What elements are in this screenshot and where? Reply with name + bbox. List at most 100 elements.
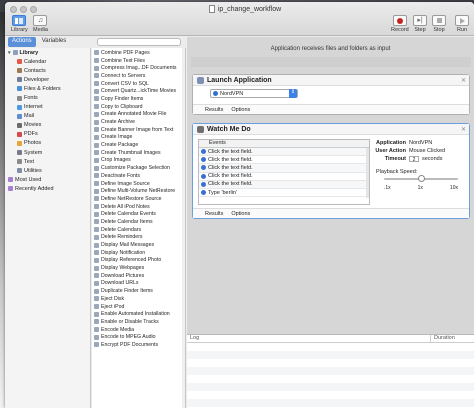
list-item[interactable]: Customize Package Selection [92, 164, 185, 172]
close-action-icon[interactable]: ✕ [461, 77, 466, 84]
action-label: Display Webpages [101, 265, 145, 272]
duration-column-header[interactable]: Duration [431, 335, 455, 342]
record-label: Record [391, 27, 409, 33]
watch-me-do-action[interactable]: Watch Me Do ✕ Events Click the text fiel… [192, 123, 470, 219]
user-action-value: Mouse Clicked [409, 148, 446, 154]
list-item[interactable]: Enable Automated Installation [92, 310, 185, 318]
sidebar-item-fonts[interactable]: Fonts [5, 93, 90, 102]
list-item[interactable]: Display Notification [92, 249, 185, 257]
list-item[interactable]: Create Archive [92, 118, 185, 126]
sidebar-item-system[interactable]: System [5, 148, 90, 157]
list-item[interactable]: Copy Finder Items [92, 95, 185, 103]
tab-actions[interactable]: Actions [8, 37, 36, 47]
results-toggle[interactable]: Results [205, 211, 223, 217]
list-item[interactable]: Define Multi-Volume NetRestore [92, 187, 185, 195]
sidebar-item-photos[interactable]: Photos [5, 139, 90, 148]
launch-application-action[interactable]: Launch Application ✕ NordVPN ⇕ Results O… [192, 74, 470, 115]
event-row[interactable]: Click the text field. [199, 180, 369, 189]
sidebar-item-text[interactable]: Text [5, 157, 90, 166]
tab-variables[interactable]: Variables [38, 37, 71, 47]
list-item[interactable]: Encrypt PDF Documents [92, 341, 185, 349]
list-item[interactable]: Eject iPod [92, 303, 185, 311]
stop-button[interactable]: Stop [432, 15, 446, 33]
list-item[interactable]: Define Image Source [92, 180, 185, 188]
sidebar-item-movies[interactable]: Movies [5, 121, 90, 130]
sidebar-item-files-folders[interactable]: Files & Folders [5, 84, 90, 93]
events-table: Events Click the text field. Click the te… [198, 139, 370, 205]
sidebar-item-calendar[interactable]: Calendar [5, 57, 90, 66]
list-item[interactable]: Combine PDF Pages [92, 49, 185, 57]
list-item[interactable]: Download URLs [92, 280, 185, 288]
event-row[interactable]: Type 'berlin' [199, 189, 369, 198]
close-action-icon[interactable]: ✕ [461, 126, 466, 133]
list-item[interactable]: Display Referenced Photo [92, 257, 185, 265]
list-item[interactable]: Duplicate Finder Items [92, 287, 185, 295]
library-button[interactable]: Library [11, 15, 28, 33]
list-item[interactable]: Combine Text Files [92, 57, 185, 65]
close-window-button[interactable] [10, 6, 17, 13]
events-scrollbar[interactable] [366, 148, 369, 198]
event-row[interactable]: Click the text field. [199, 156, 369, 165]
library-recently-added[interactable]: Recently Added [5, 184, 90, 193]
actions-items: Combine PDF Pages Combine Text Files Compr… [92, 48, 185, 349]
list-item[interactable]: Copy to Clipboard [92, 103, 185, 111]
list-item[interactable]: Create Annotated Movie File [92, 111, 185, 119]
list-item[interactable]: Delete All iPod Notes [92, 203, 185, 211]
minimize-window-button[interactable] [20, 6, 27, 13]
event-row[interactable]: Click the text field. [199, 173, 369, 181]
list-item[interactable]: Download Pictures [92, 272, 185, 280]
options-toggle[interactable]: Options [231, 107, 250, 113]
list-item[interactable]: Delete Calendar Events [92, 210, 185, 218]
sidebar-item-internet[interactable]: Internet [5, 103, 90, 112]
list-item[interactable]: Display Webpages [92, 264, 185, 272]
list-item[interactable]: Delete Calendars [92, 226, 185, 234]
sidebar-item-mail[interactable]: Mail [5, 112, 90, 121]
list-item[interactable]: Define NetRestore Source [92, 195, 185, 203]
list-item[interactable]: Eject Disk [92, 295, 185, 303]
list-item[interactable]: Enable or Disable Tracks [92, 318, 185, 326]
list-item[interactable]: Compress Imag...DF Documents [92, 64, 185, 72]
list-item[interactable]: Delete Calendar Items [92, 218, 185, 226]
slider-knob[interactable] [417, 175, 425, 182]
list-item[interactable]: Convert CSV to SQL [92, 80, 185, 88]
list-item[interactable]: Encode Media [92, 326, 185, 334]
media-label: Media [33, 27, 48, 33]
list-item[interactable]: Display Mail Messages [92, 241, 185, 249]
list-item[interactable]: Create Banner Image from Text [92, 126, 185, 134]
event-row[interactable]: Click the text field. [199, 148, 369, 157]
library-root[interactable]: ▾ Library [5, 48, 90, 57]
zoom-window-button[interactable] [30, 6, 37, 13]
list-item[interactable]: Delete Reminders [92, 234, 185, 242]
sidebar-item-developer[interactable]: Developer [5, 75, 90, 84]
options-toggle[interactable]: Options [231, 211, 250, 217]
actions-scrollbar[interactable] [182, 48, 185, 408]
playback-speed-slider[interactable] [384, 175, 458, 182]
event-row[interactable]: Click the text field. [199, 164, 369, 173]
record-button[interactable]: Record [391, 15, 409, 33]
timeout-stepper[interactable]: 2 [409, 156, 419, 163]
action-label: Combine PDF Pages [101, 49, 150, 56]
list-item[interactable]: Create Thumbnail Images [92, 149, 185, 157]
list-item[interactable]: Crop Images [92, 157, 185, 165]
action-icon [94, 334, 99, 340]
list-item[interactable]: Deactivate Fonts [92, 172, 185, 180]
run-button[interactable]: Run [455, 15, 469, 33]
list-item[interactable]: Create Package [92, 141, 185, 149]
action-label: Create Archive [101, 119, 136, 126]
media-button[interactable]: ♫ Media [33, 15, 48, 33]
application-popup[interactable]: NordVPN ⇕ [210, 89, 298, 98]
disclosure-triangle-icon[interactable]: ▾ [8, 50, 11, 56]
sidebar-item-pdfs[interactable]: PDFs [5, 130, 90, 139]
list-item[interactable]: Create Image [92, 134, 185, 142]
sidebar-item-utilities[interactable]: Utilities [5, 166, 90, 175]
step-button[interactable]: ▸| Step [413, 15, 427, 33]
list-item[interactable]: Encode to MPEG Audio [92, 333, 185, 341]
list-item[interactable]: Convert Quartz...ickTime Movies [92, 87, 185, 95]
recently-added-label: Recently Added [15, 185, 54, 192]
log-column-header[interactable]: Log [187, 335, 431, 342]
library-most-used[interactable]: Most Used [5, 175, 90, 184]
sidebar-item-contacts[interactable]: Contacts [5, 66, 90, 75]
search-input[interactable] [97, 38, 181, 46]
list-item[interactable]: Connect to Servers [92, 72, 185, 80]
results-toggle[interactable]: Results [205, 107, 223, 113]
